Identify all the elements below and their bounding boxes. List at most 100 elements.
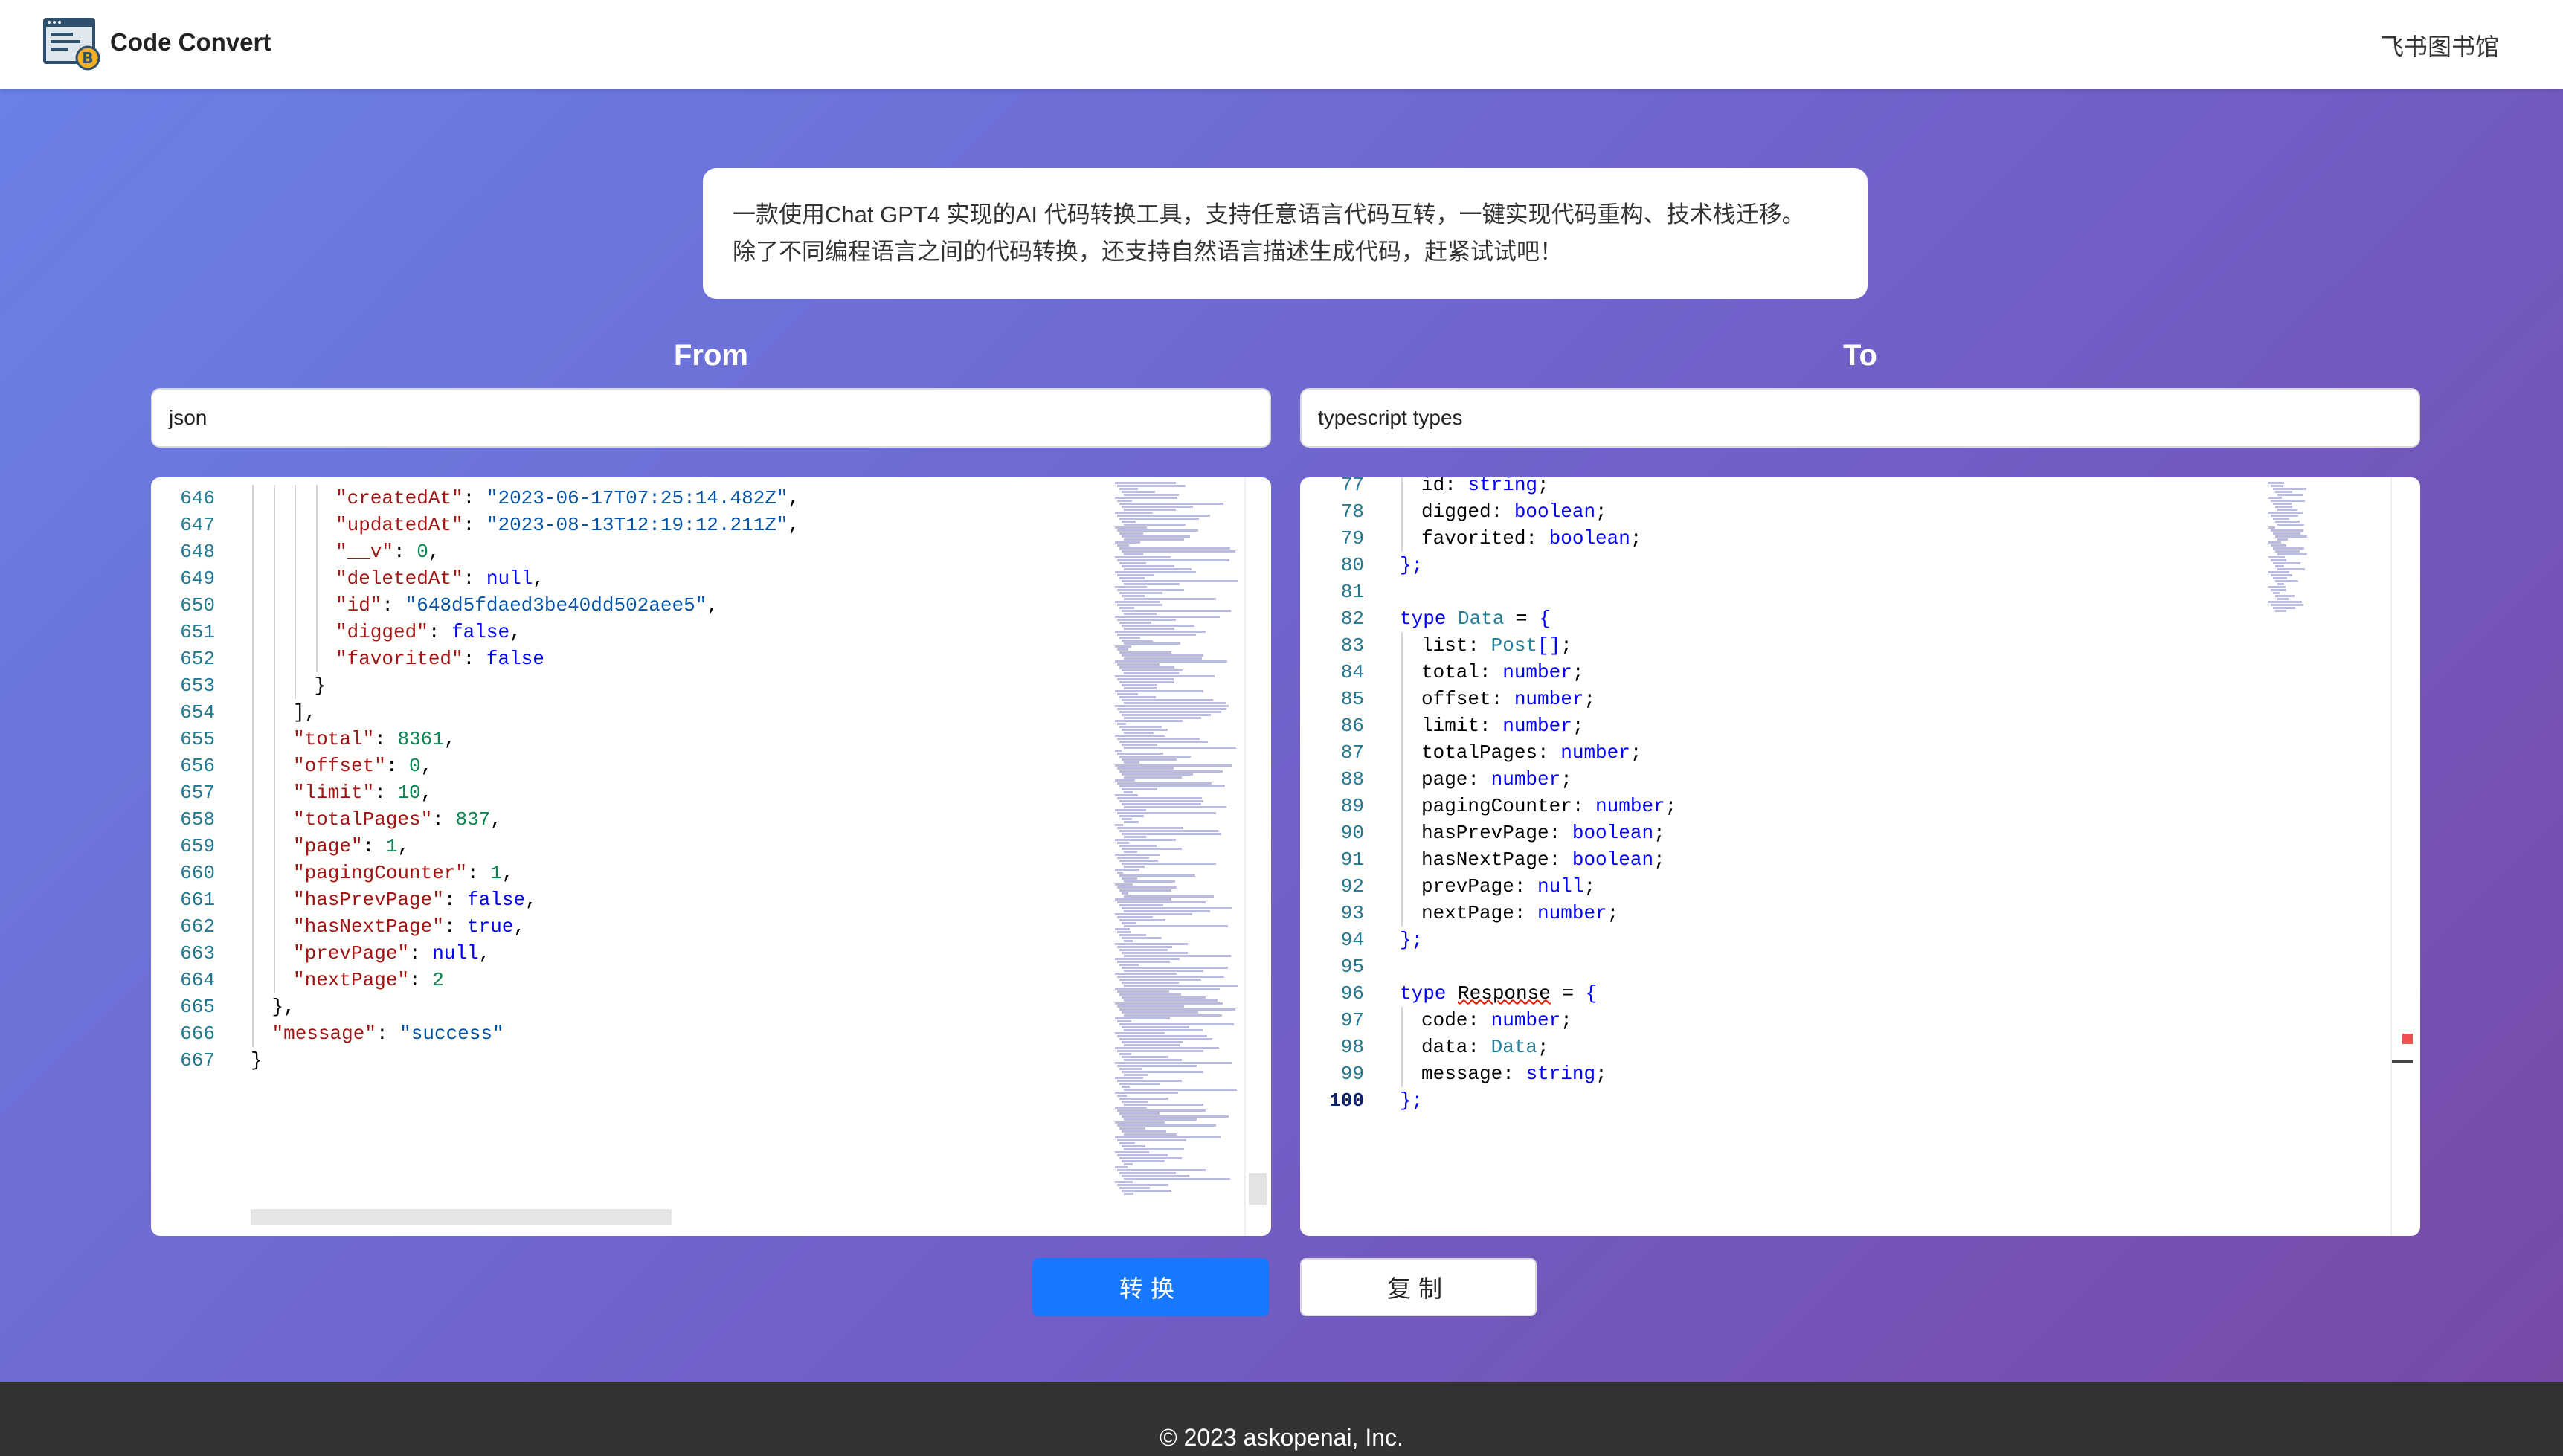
code-line[interactable]: 77 id: string; bbox=[1300, 477, 2420, 498]
nav-link-feishu-library[interactable]: 飞书图书馆 bbox=[2380, 28, 2499, 62]
minimap-line bbox=[1122, 565, 1174, 567]
minimap-line bbox=[1124, 851, 1137, 853]
indent-guide bbox=[1401, 1060, 1403, 1087]
copy-button[interactable]: 复制 bbox=[1300, 1258, 1537, 1316]
minimap-line bbox=[1124, 494, 1180, 496]
code-line[interactable]: 83 list: Post[]; bbox=[1300, 632, 2420, 659]
from-language-input[interactable]: json bbox=[151, 388, 1271, 448]
code-line[interactable]: 657 "limit": 10, bbox=[151, 779, 1271, 806]
minimap-line bbox=[1124, 657, 1203, 660]
code-line[interactable]: 651 "digged": false, bbox=[151, 619, 1271, 645]
code-line[interactable]: 663 "prevPage": null, bbox=[151, 940, 1271, 967]
code-line[interactable]: 97 code: number; bbox=[1300, 1007, 2420, 1034]
from-vertical-scroll-thumb[interactable] bbox=[1249, 1173, 1267, 1205]
code-line[interactable]: 80}; bbox=[1300, 552, 2420, 579]
from-vertical-scrollbar[interactable] bbox=[1244, 477, 1267, 1236]
minimap-line bbox=[1115, 928, 1131, 930]
minimap-line bbox=[1117, 1065, 1197, 1067]
code-line[interactable]: 665}, bbox=[151, 993, 1271, 1020]
terminal-bitcoin-logo-icon[interactable]: B bbox=[42, 16, 103, 71]
minimap-line bbox=[1117, 976, 1224, 978]
minimap-line bbox=[1117, 1184, 1168, 1186]
from-code-lines[interactable]: 646 "createdAt": "2023-06-17T07:25:14.482… bbox=[151, 477, 1271, 1236]
minimap-line bbox=[1115, 750, 1122, 752]
code-line[interactable]: 660 "pagingCounter": 1, bbox=[151, 860, 1271, 886]
code-line[interactable]: 100}; bbox=[1300, 1087, 2420, 1114]
code-line[interactable]: 654], bbox=[151, 699, 1271, 726]
code-line[interactable]: 647 "updatedAt": "2023-08-13T12:19:12.211… bbox=[151, 512, 1271, 538]
to-code-editor[interactable]: 77 id: string; 78 digged: boolean; 79 favorit… bbox=[1300, 477, 2420, 1236]
intro-line-2: 除了不同编程语言之间的代码转换，还支持自然语言描述生成代码，赶紧试试吧！ bbox=[733, 239, 1563, 265]
indent-guide bbox=[1401, 900, 1403, 927]
indent-guide bbox=[273, 672, 275, 699]
code-line[interactable]: 652 "favorited": false bbox=[151, 645, 1271, 672]
from-code-editor[interactable]: 646 "createdAt": "2023-06-17T07:25:14.482… bbox=[151, 477, 1271, 1236]
to-vertical-scrollbar[interactable] bbox=[2390, 477, 2413, 1236]
code-line[interactable]: 78 digged: boolean; bbox=[1300, 498, 2420, 525]
minimap-line bbox=[1122, 550, 1236, 553]
code-line[interactable]: 655 "total": 8361, bbox=[151, 726, 1271, 753]
code-line[interactable]: 94}; bbox=[1300, 927, 2420, 953]
minimap-line bbox=[1122, 758, 1177, 761]
to-language-input[interactable]: typescript types bbox=[1300, 388, 2420, 448]
code-line[interactable]: 664 "nextPage": 2 bbox=[151, 967, 1271, 993]
code-line[interactable]: 662 "hasNextPage": true, bbox=[151, 913, 1271, 940]
code-line[interactable]: 96 type Response = { bbox=[1300, 980, 2420, 1007]
code-line[interactable]: 658 "totalPages": 837, bbox=[151, 806, 1271, 833]
to-code-lines[interactable]: 77 id: string; 78 digged: boolean; 79 favorit… bbox=[1300, 477, 2420, 1236]
minimap-line bbox=[1117, 931, 1131, 933]
minimap-line bbox=[2268, 512, 2303, 514]
to-title: To bbox=[1843, 339, 1877, 372]
code-line[interactable]: 81 bbox=[1300, 579, 2420, 605]
line-number: 660 bbox=[180, 862, 215, 884]
code-line[interactable]: 93 nextPage: number; bbox=[1300, 900, 2420, 927]
minimap-line bbox=[1115, 883, 1133, 886]
code-line[interactable]: 649 "deletedAt": null, bbox=[151, 565, 1271, 592]
line-number: 78 bbox=[1340, 500, 1364, 523]
code-line[interactable]: 90 hasPrevPage: boolean; bbox=[1300, 819, 2420, 846]
code-text: }; bbox=[1400, 1089, 1424, 1112]
indent-guide bbox=[315, 512, 318, 538]
code-line[interactable]: 659 "page": 1, bbox=[151, 833, 1271, 860]
code-line[interactable]: 653} bbox=[151, 672, 1271, 699]
code-line[interactable]: 85 offset: number; bbox=[1300, 686, 2420, 712]
code-line[interactable]: 95 bbox=[1300, 953, 2420, 980]
code-line[interactable]: 656 "offset": 0, bbox=[151, 753, 1271, 779]
code-line[interactable]: 88 page: number; bbox=[1300, 766, 2420, 793]
minimap-line bbox=[1119, 681, 1174, 683]
minimap-line bbox=[1119, 904, 1163, 906]
from-horizontal-scrollbar[interactable] bbox=[251, 1209, 672, 1225]
copyright-text: © 2023 askopenai, Inc. bbox=[1160, 1424, 1403, 1451]
indent-guide bbox=[1401, 498, 1403, 525]
minimap-line bbox=[1117, 961, 1171, 963]
code-line[interactable]: 648 "__v": 0, bbox=[151, 538, 1271, 565]
code-line[interactable]: 82 type Data = { bbox=[1300, 605, 2420, 632]
minimap-line bbox=[2268, 482, 2285, 484]
convert-button[interactable]: 转换 bbox=[1032, 1258, 1269, 1316]
code-line[interactable]: 646 "createdAt": "2023-06-17T07:25:14.482… bbox=[151, 485, 1271, 512]
code-line[interactable]: 666 "message": "success" bbox=[151, 1020, 1271, 1047]
line-number: 663 bbox=[180, 942, 215, 964]
minimap-line bbox=[1124, 1104, 1203, 1106]
code-text: "updatedAt": "2023-08-13T12:19:12.211Z", bbox=[335, 514, 800, 536]
indent-guide bbox=[315, 485, 318, 512]
code-line[interactable]: 89 pagingCounter: number; bbox=[1300, 793, 2420, 819]
from-minimap[interactable] bbox=[1110, 477, 1244, 1236]
code-line[interactable]: 87 totalPages: number; bbox=[1300, 739, 2420, 766]
code-line[interactable]: 99 message: string; bbox=[1300, 1060, 2420, 1087]
code-line[interactable]: 91 hasNextPage: boolean; bbox=[1300, 846, 2420, 873]
minimap-line bbox=[1122, 491, 1155, 493]
to-minimap[interactable] bbox=[2264, 477, 2398, 1236]
code-line[interactable]: 661 "hasPrevPage": false, bbox=[151, 886, 1271, 913]
indent-guide bbox=[315, 565, 318, 592]
indent-guide bbox=[273, 753, 275, 779]
code-line[interactable]: 79 favorited: boolean; bbox=[1300, 525, 2420, 552]
indent-guide bbox=[252, 538, 254, 565]
code-line[interactable]: 650 "id": "648d5fdaed3be40dd502aee5", bbox=[151, 592, 1271, 619]
code-line[interactable]: 84 total: number; bbox=[1300, 659, 2420, 686]
code-line[interactable]: 98 data: Data; bbox=[1300, 1034, 2420, 1060]
code-line[interactable]: 86 limit: number; bbox=[1300, 712, 2420, 739]
code-line[interactable]: 92 prevPage: null; bbox=[1300, 873, 2420, 900]
minimap-line bbox=[1117, 634, 1196, 636]
code-line[interactable]: 667} bbox=[151, 1047, 1271, 1074]
